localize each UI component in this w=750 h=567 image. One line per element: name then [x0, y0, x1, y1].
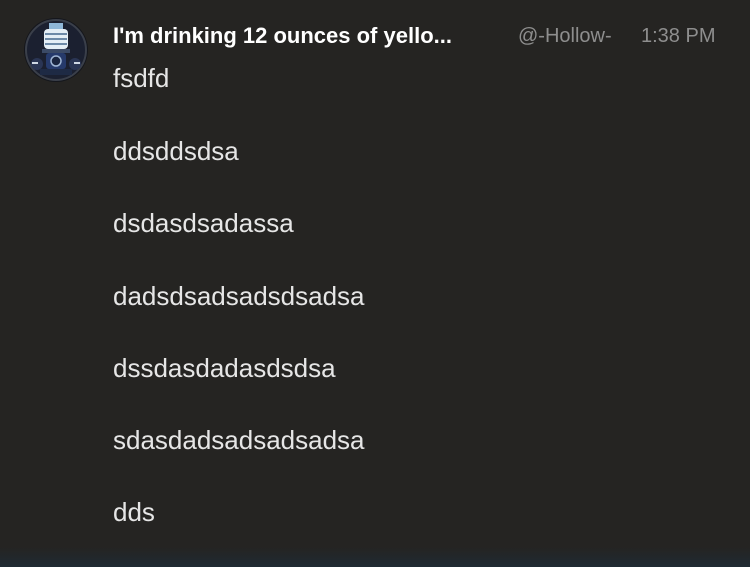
lantern-avatar-icon: [24, 18, 88, 82]
message-line: dssdasdadasdsdsa: [113, 353, 336, 383]
message-line: sdasdadsadsadsadsa: [113, 425, 365, 455]
message-timestamp: 1:38 PM: [641, 25, 716, 47]
display-name[interactable]: I'm drinking 12 ounces of yello...: [113, 22, 506, 50]
message-line: dds: [113, 497, 155, 527]
message-item: I'm drinking 12 ounces of yello... @-Hol…: [0, 0, 750, 567]
message-line: dadsdsadsadsdsadsa: [113, 281, 365, 311]
user-handle[interactable]: @-Hollow-: [518, 22, 612, 50]
user-avatar[interactable]: [24, 18, 88, 82]
message-line: dsdasdsadassa: [113, 208, 294, 238]
message-line: ddsddsdsa: [113, 136, 239, 166]
message-line: fsdfd: [113, 63, 170, 93]
message-header: I'm drinking 12 ounces of yello... @-Hol…: [113, 22, 733, 50]
